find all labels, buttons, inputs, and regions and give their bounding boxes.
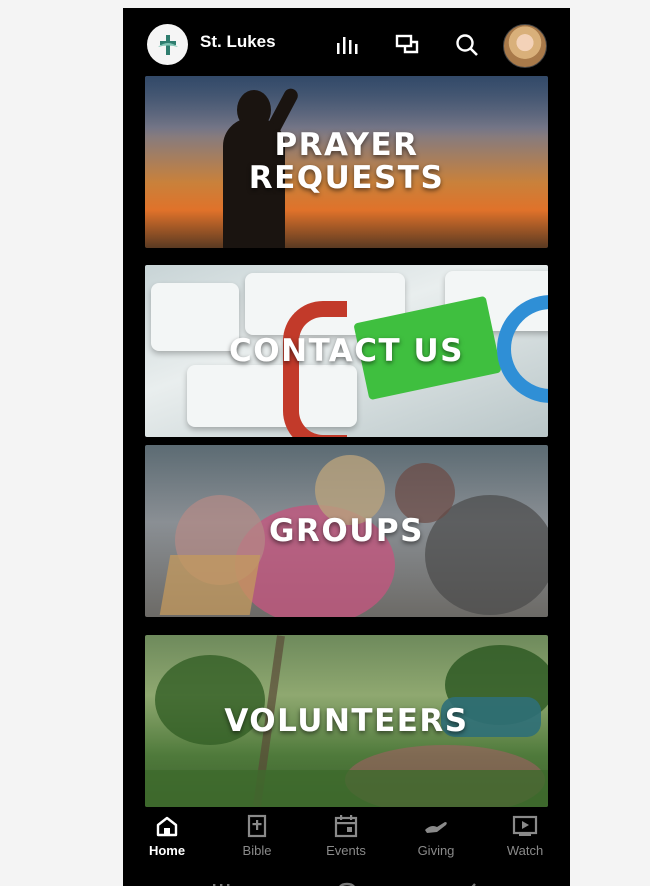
top-bar: St. Lukes [123, 22, 570, 68]
nav-giving[interactable]: Giving [401, 814, 471, 858]
home-icon [154, 814, 180, 838]
back-icon[interactable] [463, 882, 479, 886]
app-logo[interactable] [147, 24, 188, 65]
tile-volunteers[interactable]: VOLUNTEERS [145, 635, 548, 807]
tile-title: CONTACT US [229, 332, 464, 369]
recents-icon[interactable] [211, 882, 231, 886]
bible-icon [244, 814, 270, 838]
bottom-nav: Home Bible Events Giving Watch [123, 814, 570, 866]
profile-avatar[interactable] [503, 24, 547, 68]
tile-title: VOLUNTEERS [224, 702, 469, 739]
sermon-bars-icon[interactable] [335, 31, 363, 59]
tile-title: GROUPS [269, 512, 424, 549]
app-name: St. Lukes [200, 32, 276, 51]
play-icon [512, 814, 538, 838]
chat-icon[interactable] [394, 31, 422, 59]
nav-bible[interactable]: Bible [222, 814, 292, 858]
nav-home[interactable]: Home [132, 814, 202, 858]
tile-contact-us[interactable]: CONTACT US [145, 265, 548, 437]
home-button-icon[interactable] [335, 882, 359, 886]
phone-screen: St. Lukes PRAYER REQUESTS CONTACT US GRO… [123, 8, 570, 886]
dove-cross-icon [157, 34, 178, 55]
tile-title: PRAYER REQUESTS [248, 127, 445, 196]
calendar-icon [333, 814, 359, 838]
nav-events[interactable]: Events [311, 814, 381, 858]
giving-hand-icon [423, 814, 449, 838]
nav-watch[interactable]: Watch [490, 814, 560, 858]
tile-groups[interactable]: GROUPS [145, 445, 548, 617]
tile-prayer-requests[interactable]: PRAYER REQUESTS [145, 76, 548, 248]
system-nav-bar [123, 874, 570, 886]
search-icon[interactable] [453, 31, 481, 59]
